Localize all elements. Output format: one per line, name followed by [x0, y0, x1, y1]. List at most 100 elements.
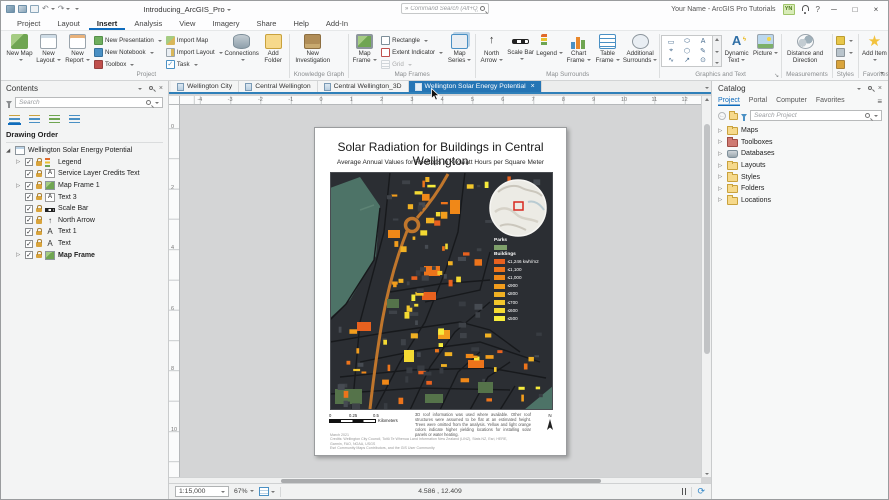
- graphics-gallery[interactable]: ▭ ⬭ A ⌖ ⬡ ✎ ∿ ↗ ⊙: [661, 32, 723, 67]
- map-series-button[interactable]: Map Series: [445, 32, 474, 64]
- catalog-search-input[interactable]: Search Project: [750, 110, 882, 121]
- connections-button[interactable]: Connections: [224, 32, 259, 64]
- import-map-button[interactable]: Import Map: [164, 35, 225, 46]
- tab-layout[interactable]: Layout: [49, 17, 88, 30]
- snapping-toggle[interactable]: [258, 487, 275, 496]
- vertical-scroll-thumb[interactable]: [704, 124, 710, 354]
- view-tab-wellington-solar-active[interactable]: Wellington Solar Energy Potential ×: [408, 81, 542, 92]
- expand-icon[interactable]: ▷: [718, 163, 724, 169]
- lock-icon[interactable]: [36, 216, 42, 224]
- account-name[interactable]: Your Name - ArcGIS Pro Tutorials: [671, 6, 775, 13]
- catalog-tab-favorites[interactable]: Favorites: [816, 97, 845, 106]
- lock-icon[interactable]: [36, 193, 42, 201]
- additional-surrounds-button[interactable]: Additional Surrounds: [622, 32, 658, 64]
- maximize-button[interactable]: □: [848, 5, 862, 14]
- new-project-icon[interactable]: [30, 5, 39, 13]
- tab-addin[interactable]: Add-In: [318, 17, 356, 30]
- catalog-menu-icon[interactable]: ≡: [877, 97, 882, 106]
- pane-menu-icon[interactable]: [855, 84, 861, 93]
- layout-page[interactable]: Solar Radiation for Buildings in Central…: [314, 127, 567, 456]
- expand-icon[interactable]: ▷: [16, 159, 22, 165]
- zoom-level[interactable]: 67%: [234, 488, 254, 495]
- expand-icon[interactable]: ▷: [718, 128, 724, 134]
- open-project-icon[interactable]: [6, 5, 15, 13]
- visibility-checkbox[interactable]: ✓: [25, 239, 33, 248]
- catalog-item-toolboxes[interactable]: ▷ Toolboxes: [718, 137, 882, 149]
- gallery-item-icon[interactable]: ⊙: [700, 56, 706, 64]
- vertical-scrollbar[interactable]: [701, 96, 711, 477]
- pin-icon[interactable]: [867, 85, 872, 90]
- pane-menu-icon[interactable]: [136, 84, 142, 93]
- add-item-button[interactable]: ★ Add Item: [860, 32, 888, 64]
- catalog-item-databases[interactable]: ▷ Databases: [718, 148, 882, 160]
- gallery-item-icon[interactable]: ⌖: [669, 47, 673, 55]
- chart-frame-button[interactable]: Chart Frame: [564, 32, 593, 64]
- expand-icon[interactable]: ▷: [16, 183, 22, 189]
- task-button[interactable]: ✓ Task: [164, 59, 225, 70]
- import-layout-button[interactable]: Import Layout: [164, 47, 225, 58]
- picture-button[interactable]: Picture: [751, 32, 780, 57]
- gallery-scroll[interactable]: [713, 35, 723, 67]
- tab-analysis[interactable]: Analysis: [126, 17, 170, 30]
- filter-icon[interactable]: [6, 100, 12, 108]
- catalog-item-maps[interactable]: ▷ Maps: [718, 125, 882, 137]
- visibility-checkbox[interactable]: ✓: [25, 181, 33, 190]
- catalog-item-folders[interactable]: ▷ Folders: [718, 183, 882, 195]
- close-button[interactable]: ×: [869, 5, 883, 14]
- pin-icon[interactable]: [148, 85, 153, 90]
- view-tab-central-wellington[interactable]: Central Wellington: [239, 81, 318, 92]
- new-notebook-button[interactable]: New Notebook: [92, 47, 164, 58]
- home-folder-icon[interactable]: [729, 111, 738, 120]
- catalog-item-layouts[interactable]: ▷ Layouts: [718, 160, 882, 172]
- visibility-checkbox[interactable]: ✓: [25, 227, 33, 236]
- list-item-map-frame-1[interactable]: ▷ ✓ Map Frame 1: [6, 180, 163, 192]
- undo-button[interactable]: ↶: [42, 5, 55, 13]
- visibility-checkbox[interactable]: ✓: [25, 251, 33, 260]
- north-arrow-element[interactable]: N: [544, 413, 556, 432]
- help-icon[interactable]: ?: [816, 5, 820, 14]
- filter-icon[interactable]: [741, 113, 747, 121]
- gallery-item-icon[interactable]: ⬡: [684, 47, 690, 55]
- account-avatar[interactable]: YN: [782, 3, 795, 15]
- style-gallery-3-button[interactable]: [834, 59, 855, 70]
- list-by-drawing-order-icon[interactable]: [8, 113, 21, 125]
- lock-icon[interactable]: [36, 239, 42, 247]
- new-map-button[interactable]: New Map: [5, 32, 34, 64]
- extent-indicator-button[interactable]: Extent Indicator: [379, 47, 445, 58]
- visibility-checkbox[interactable]: ✓: [25, 193, 33, 202]
- lock-icon[interactable]: [36, 251, 42, 259]
- collapse-ribbon-button[interactable]: [878, 70, 884, 77]
- new-report-button[interactable]: New Report: [63, 32, 92, 64]
- gallery-item-icon[interactable]: ↗: [684, 56, 690, 64]
- expand-icon[interactable]: ▷: [718, 174, 724, 180]
- close-pane-icon[interactable]: ×: [878, 85, 882, 92]
- legend-button[interactable]: Legend: [535, 32, 564, 57]
- visibility-checkbox[interactable]: ✓: [25, 169, 33, 178]
- toolbox-button[interactable]: Toolbox: [92, 59, 164, 70]
- scroll-down-icon[interactable]: [704, 473, 709, 475]
- north-arrow-button[interactable]: ↑ North Arrow: [477, 32, 506, 64]
- tab-share[interactable]: Share: [248, 17, 284, 30]
- lock-icon[interactable]: [36, 158, 42, 166]
- list-item-scale-bar[interactable]: ✓ Scale Bar: [6, 203, 163, 215]
- list-item-map-frame[interactable]: ▷ ✓ Map Frame: [6, 249, 163, 261]
- list-item-credits-text[interactable]: ✓ A Service Layer Credits Text: [6, 168, 163, 180]
- gallery-item-icon[interactable]: ∿: [668, 56, 674, 64]
- expand-icon[interactable]: ▷: [718, 186, 724, 192]
- tab-view[interactable]: View: [171, 17, 203, 30]
- refresh-view-icon[interactable]: ⟳: [697, 487, 705, 496]
- command-search[interactable]: » Command Search (Alt+Q): [401, 3, 489, 14]
- new-layout-button[interactable]: New Layout: [34, 32, 63, 64]
- map-scale-combobox[interactable]: 1:15,000: [175, 486, 229, 497]
- list-by-element-type-icon[interactable]: [28, 113, 41, 125]
- new-investigation-button[interactable]: New Investigation: [291, 32, 335, 64]
- collapse-icon[interactable]: ◢: [6, 148, 12, 154]
- pause-drawing-icon[interactable]: [681, 488, 687, 495]
- lock-icon[interactable]: [36, 228, 42, 236]
- view-tab-wellington-city[interactable]: Wellington City: [171, 81, 240, 92]
- dialog-launcher-icon[interactable]: ↘: [774, 72, 779, 79]
- list-item-text-1[interactable]: ✓ A Text 1: [6, 226, 163, 238]
- scale-bar-button[interactable]: Scale Bar: [506, 32, 535, 63]
- dynamic-text-button[interactable]: ADynamic Text: [722, 32, 751, 64]
- visibility-checkbox[interactable]: ✓: [25, 216, 33, 225]
